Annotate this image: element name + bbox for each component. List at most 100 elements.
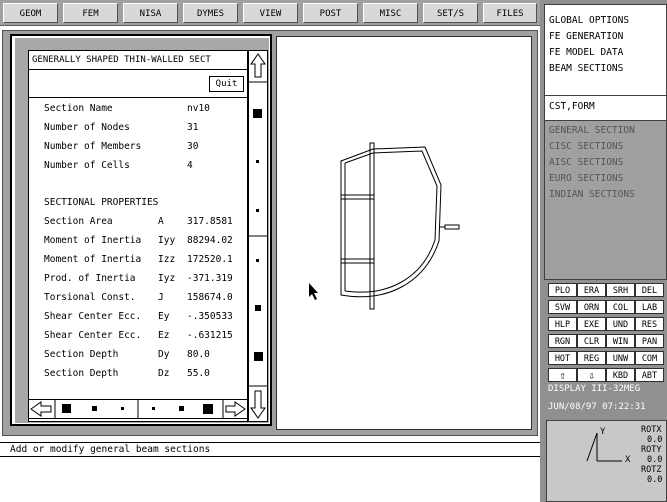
key-com[interactable]: COM — [635, 351, 664, 365]
row-symbol: J — [158, 292, 164, 303]
row-value: 30 — [187, 141, 199, 152]
menu-sets[interactable]: SET/S — [423, 3, 478, 23]
row-label: Section Name — [44, 103, 113, 114]
dialog-title: GENERALLY SHAPED THIN-WALLED SECT — [28, 50, 248, 70]
right-panel: GLOBAL OPTIONS FE GENERATION FE MODEL DA… — [540, 0, 667, 502]
row-symbol: Dy — [158, 349, 170, 360]
key-rgn[interactable]: RGN — [548, 334, 577, 348]
key-orn[interactable]: ORN — [577, 300, 606, 314]
menu-nisa[interactable]: NISA — [123, 3, 178, 23]
key-srh[interactable]: SRH — [606, 283, 635, 297]
menu-fem[interactable]: FEM — [63, 3, 118, 23]
key-col[interactable]: COL — [606, 300, 635, 314]
menu-view[interactable]: VIEW — [243, 3, 298, 23]
row-label: Shear Center Ecc. — [44, 311, 142, 322]
mouse-cursor-icon — [309, 283, 318, 300]
key-win[interactable]: WIN — [606, 334, 635, 348]
dialog-divider — [28, 97, 248, 98]
section-euro[interactable]: EURO SECTIONS — [549, 173, 623, 184]
row-value: 158674.0 — [187, 292, 233, 303]
row-value: 172520.1 — [187, 254, 233, 265]
row-symbol: A — [158, 216, 164, 227]
row-value: 4 — [187, 160, 193, 171]
option-beam-sections[interactable]: BEAM SECTIONS — [549, 63, 623, 74]
roty-value: 0.0 — [647, 455, 663, 465]
row-symbol: Ez — [158, 330, 170, 341]
key-plo[interactable]: PLO — [548, 283, 577, 297]
key-res[interactable]: RES — [635, 317, 664, 331]
row-label: Section Area — [44, 216, 113, 227]
down-arrow-icon[interactable]: ⇩ — [577, 368, 606, 382]
scroll-down-icon[interactable] — [250, 390, 266, 419]
section-outline — [340, 146, 442, 298]
scroll-right-icon[interactable] — [225, 401, 246, 417]
key-hot[interactable]: HOT — [548, 351, 577, 365]
row-symbol: Ey — [158, 311, 170, 322]
vertical-scrollbar[interactable] — [248, 50, 268, 422]
key-lab[interactable]: LAB — [635, 300, 664, 314]
date-time: JUN/08/97 07:22:31 — [548, 402, 646, 412]
row-symbol: Iyy — [158, 235, 176, 246]
section-name-value[interactable]: nv10 — [187, 103, 210, 114]
key-unw[interactable]: UNW — [606, 351, 635, 365]
section-outline-inner — [344, 150, 438, 293]
status-divider — [0, 456, 540, 457]
menu-geom[interactable]: GEOM — [3, 3, 58, 23]
row-value: -.631215 — [187, 330, 233, 341]
key-hlp[interactable]: HLP — [548, 317, 577, 331]
rotx-value: 0.0 — [647, 435, 663, 445]
row-label: Shear Center Ecc. — [44, 330, 142, 341]
quit-button[interactable]: Quit — [209, 76, 244, 92]
key-abt[interactable]: ABT — [635, 368, 664, 382]
top-menu-bar: GEOM FEM NISA DYMES VIEW POST MISC SET/S… — [0, 0, 540, 26]
section-general[interactable]: GENERAL SECTION — [549, 125, 635, 136]
menu-files[interactable]: FILES — [483, 3, 537, 23]
key-kbd[interactable]: KBD — [606, 368, 635, 382]
option-global[interactable]: GLOBAL OPTIONS — [549, 15, 629, 26]
section-aisc[interactable]: AISC SECTIONS — [549, 157, 623, 168]
axis-y-label: Y — [600, 427, 606, 437]
key-reg[interactable]: REG — [577, 351, 606, 365]
axis-indicator: Y X ROTX 0.0 ROTY 0.0 ROTZ 0.0 — [546, 420, 667, 502]
option-fe-generation[interactable]: FE GENERATION — [549, 31, 623, 42]
scroll-left-icon[interactable] — [30, 401, 52, 417]
row-label: Number of Nodes — [44, 122, 130, 133]
scroll-up-icon[interactable] — [250, 53, 266, 78]
section-indian[interactable]: INDIAN SECTIONS — [549, 189, 635, 200]
rotz-label: ROTZ — [641, 465, 662, 475]
row-symbol: Izz — [158, 254, 176, 265]
menu-misc[interactable]: MISC — [363, 3, 418, 23]
key-era[interactable]: ERA — [577, 283, 606, 297]
option-fe-model-data[interactable]: FE MODEL DATA — [549, 47, 623, 58]
key-pan[interactable]: PAN — [635, 334, 664, 348]
row-label: Prod. of Inertia — [44, 273, 136, 284]
row-value: -.350533 — [187, 311, 233, 322]
section-cisc[interactable]: CISC SECTIONS — [549, 141, 623, 152]
right-flange — [444, 224, 460, 230]
vertical-stiffener — [369, 142, 375, 310]
menu-post[interactable]: POST — [303, 3, 358, 23]
key-svw[interactable]: SVW — [548, 300, 577, 314]
axis-x-label: X — [625, 455, 631, 465]
key-del[interactable]: DEL — [635, 283, 664, 297]
row-label: Moment of Inertia — [44, 254, 142, 265]
graphics-canvas[interactable] — [276, 36, 532, 430]
row-value: 317.8581 — [187, 216, 233, 227]
roty-label: ROTY — [641, 445, 662, 455]
row-value: 55.0 — [187, 368, 210, 379]
menu-dymes[interactable]: DYMES — [183, 3, 238, 23]
options-menu: GLOBAL OPTIONS FE GENERATION FE MODEL DA… — [544, 4, 667, 122]
section-type-menu: GENERAL SECTION CISC SECTIONS AISC SECTI… — [544, 120, 667, 280]
horizontal-scrollbar[interactable] — [28, 399, 248, 419]
key-und[interactable]: UND — [606, 317, 635, 331]
section-drawing — [309, 142, 460, 310]
section-heading: SECTIONAL PROPERTIES — [44, 197, 159, 208]
row-symbol: Dz — [158, 368, 170, 379]
row-label: Section Depth — [44, 368, 119, 379]
scroll-thumb — [253, 109, 262, 118]
up-arrow-icon[interactable]: ⇧ — [548, 368, 577, 382]
key-clr[interactable]: CLR — [577, 334, 606, 348]
row-label: Section Depth — [44, 349, 119, 360]
row-symbol: Iyz — [158, 273, 176, 284]
key-exe[interactable]: EXE — [577, 317, 606, 331]
